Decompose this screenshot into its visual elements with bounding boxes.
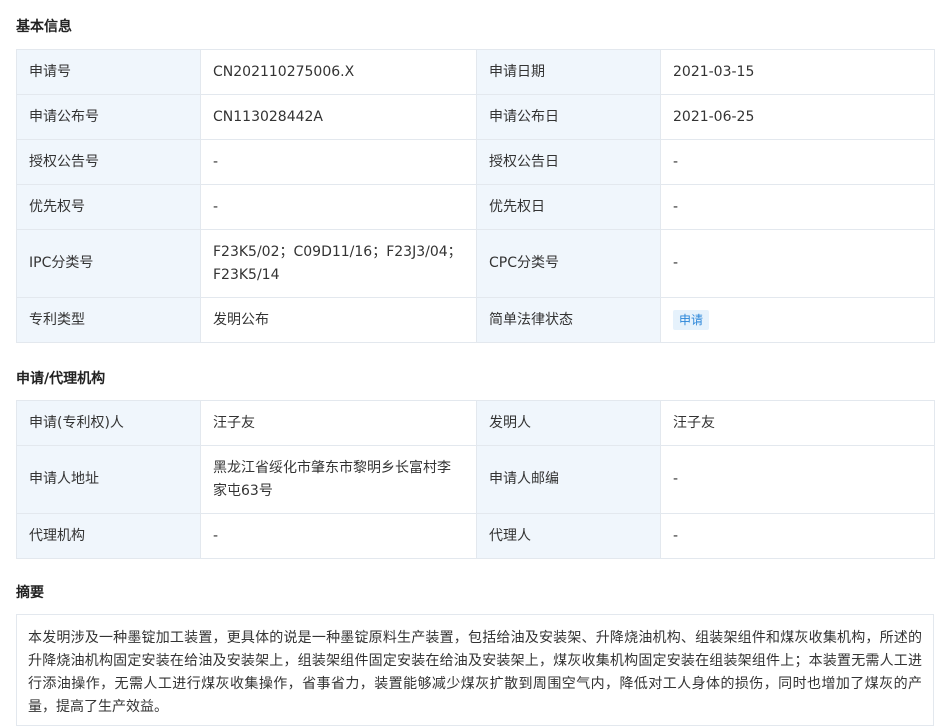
field-label: 申请人地址	[16, 445, 201, 514]
table-row: 专利类型 发明公布 简单法律状态 申请	[16, 297, 935, 343]
field-label: IPC分类号	[16, 229, 201, 298]
inventor-value: 汪子友	[660, 400, 935, 446]
applicant-value: 汪子友	[200, 400, 477, 446]
grant-date-value: -	[660, 139, 935, 185]
field-label: 专利类型	[16, 297, 201, 343]
field-label: 授权公告日	[476, 139, 661, 185]
field-label: 简单法律状态	[476, 297, 661, 343]
section-title-agency: 申请/代理机构	[16, 371, 106, 387]
basic-info-table: 申请号 CN202110275006.X 申请日期 2021-03-15 申请公…	[16, 49, 935, 343]
table-row: 优先权号 - 优先权日 -	[16, 184, 935, 230]
ipc-class-value: F23K5/02；C09D11/16；F23J3/04；F23K5/14	[200, 229, 477, 298]
publication-number-value: CN113028442A	[200, 94, 477, 140]
table-row: 申请(专利权)人 汪子友 发明人 汪子友	[16, 400, 935, 446]
priority-date-value: -	[660, 184, 935, 230]
abstract-text: 本发明涉及一种墨锭加工装置，更具体的说是一种墨锭原料生产装置，包括给油及安装架、…	[16, 614, 934, 726]
field-label: 申请人邮编	[476, 445, 661, 514]
agent-value: -	[660, 513, 935, 559]
table-row: 申请号 CN202110275006.X 申请日期 2021-03-15	[16, 49, 935, 95]
publication-date-value: 2021-06-25	[660, 94, 935, 140]
agency-value: -	[200, 513, 477, 559]
application-date-value: 2021-03-15	[660, 49, 935, 95]
legal-status-cell: 申请	[660, 297, 935, 343]
field-label: 优先权号	[16, 184, 201, 230]
field-label: 申请号	[16, 49, 201, 95]
field-label: 优先权日	[476, 184, 661, 230]
applicant-address-value: 黑龙江省绥化市肇东市黎明乡长富村李家屯63号	[200, 445, 477, 514]
field-label: 代理人	[476, 513, 661, 559]
field-label: CPC分类号	[476, 229, 661, 298]
field-label: 申请日期	[476, 49, 661, 95]
agency-table: 申请(专利权)人 汪子友 发明人 汪子友 申请人地址 黑龙江省绥化市肇东市黎明乡…	[16, 400, 935, 559]
section-title-abstract: 摘要	[16, 585, 44, 601]
field-label: 代理机构	[16, 513, 201, 559]
table-row: 代理机构 - 代理人 -	[16, 513, 935, 559]
field-label: 申请公布日	[476, 94, 661, 140]
cpc-class-value: -	[660, 229, 935, 298]
table-row: 申请公布号 CN113028442A 申请公布日 2021-06-25	[16, 94, 935, 140]
field-label: 申请(专利权)人	[16, 400, 201, 446]
field-label: 申请公布号	[16, 94, 201, 140]
application-number-value: CN202110275006.X	[200, 49, 477, 95]
section-title-basic-info: 基本信息	[16, 19, 72, 35]
table-row: 申请人地址 黑龙江省绥化市肇东市黎明乡长富村李家屯63号 申请人邮编 -	[16, 445, 935, 514]
table-row: 授权公告号 - 授权公告日 -	[16, 139, 935, 185]
grant-number-value: -	[200, 139, 477, 185]
field-label: 授权公告号	[16, 139, 201, 185]
applicant-postcode-value: -	[660, 445, 935, 514]
patent-type-value: 发明公布	[200, 297, 477, 343]
status-badge: 申请	[673, 309, 710, 330]
table-row: IPC分类号 F23K5/02；C09D11/16；F23J3/04；F23K5…	[16, 229, 935, 298]
field-label: 发明人	[476, 400, 661, 446]
priority-number-value: -	[200, 184, 477, 230]
